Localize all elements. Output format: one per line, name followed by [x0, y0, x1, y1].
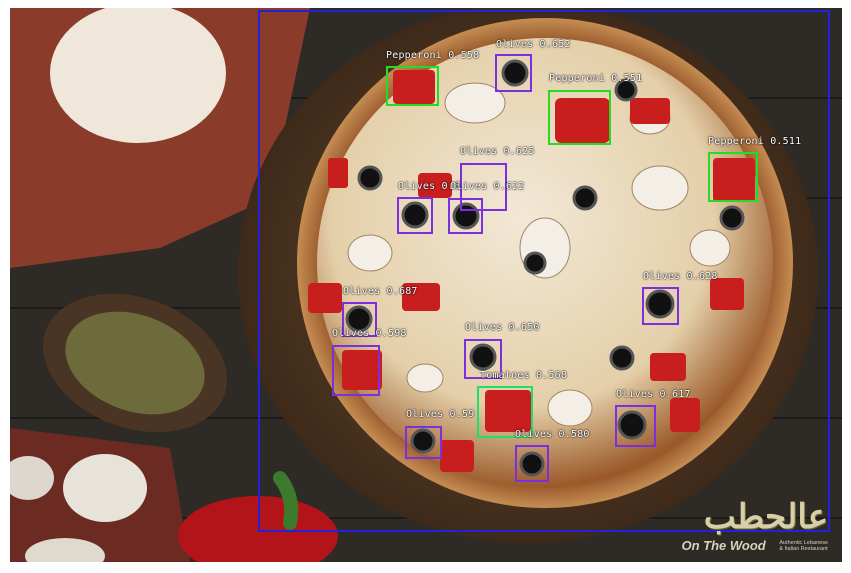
pepperoni-box-3 [708, 152, 758, 202]
olives-box-7 [332, 345, 380, 396]
olives-label-1: Olives 0.652 [496, 39, 571, 50]
olives-label-2: Olives 0.625 [460, 146, 535, 157]
pepperoni-label-3: Pepperoni 0.511 [708, 136, 802, 147]
olives-label-6: Olives 0.687 [343, 286, 418, 297]
logo-script: عالحطب [703, 497, 828, 537]
logo-name: On The Wood [681, 538, 766, 553]
pepperoni-box-1 [386, 66, 439, 106]
olives-label-8: Olives 0.650 [465, 322, 540, 333]
restaurant-logo: عالحطب On The Wood Authentic Lebanese & … [681, 499, 828, 554]
olives-box-1 [495, 54, 532, 92]
olives-label-5: Olives 0.628 [643, 271, 718, 282]
photo-canvas: Pepperoni 0.558 Olives 0.652 Pepperoni 0… [10, 8, 842, 562]
olives-box-11 [515, 445, 549, 482]
olives-label-10: Olives 0.59 [406, 409, 475, 420]
pepperoni-box-2 [548, 90, 611, 145]
logo-tagline-2: & Italian Restaurant [779, 545, 828, 552]
pepperoni-label-2: Pepperoni 0.551 [549, 73, 643, 84]
olives-box-9 [615, 405, 656, 447]
olives-box-5 [642, 287, 679, 325]
olives-label-9: Olives 0.617 [616, 389, 691, 400]
olives-label-7: Olives 0.598 [332, 328, 407, 339]
pepperoni-label-1: Pepperoni 0.558 [386, 50, 480, 61]
olives-box-4 [448, 198, 483, 234]
logo-tagline: Authentic Lebanese & Italian Restaurant [779, 540, 828, 552]
tomatoes-label-1: Tomatoes 0.568 [480, 370, 568, 381]
olives-label-11: Olives 0.580 [515, 429, 590, 440]
olives-box-10 [405, 426, 442, 459]
olives-box-3 [397, 197, 433, 234]
olives-label-4: Olives 0.622 [450, 181, 525, 192]
